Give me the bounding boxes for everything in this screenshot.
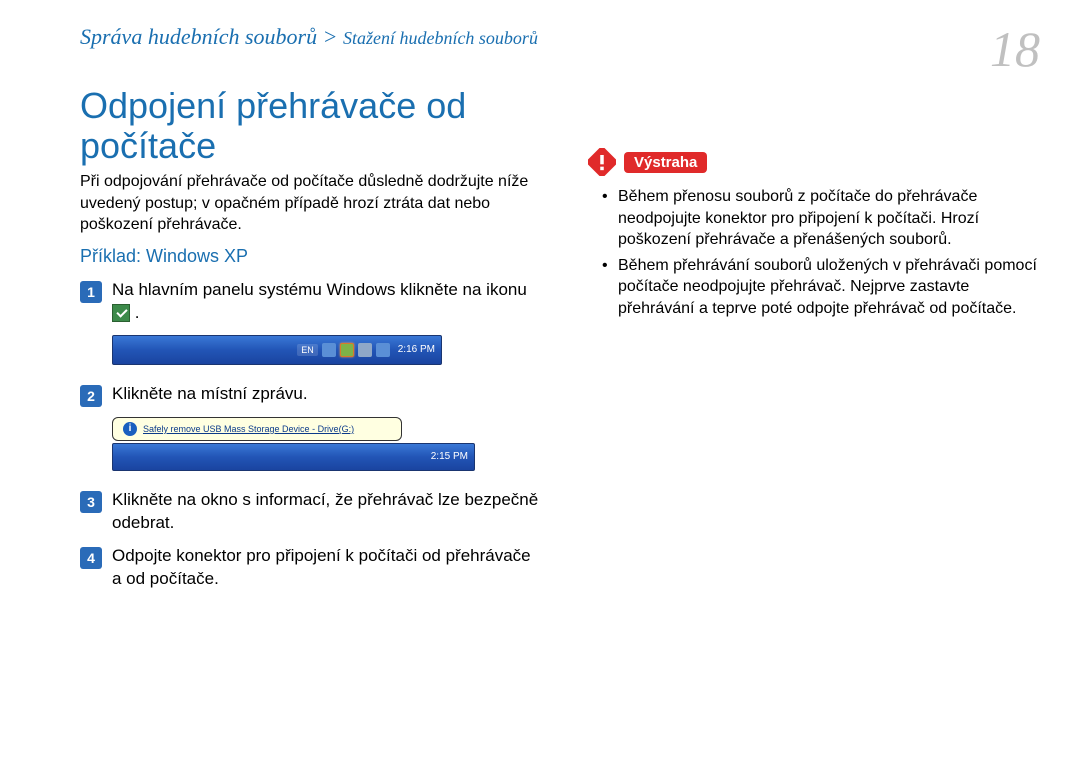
step-text: Klikněte na místní zprávu. bbox=[112, 383, 308, 406]
step-badge: 4 bbox=[80, 547, 102, 569]
taskbar-screenshot-1: EN 2:16 PM bbox=[112, 335, 442, 365]
step-badge: 1 bbox=[80, 281, 102, 303]
taskbar-bar-2: 2:15 PM bbox=[112, 443, 475, 471]
balloon-tooltip: i Safely remove USB Mass Storage Device … bbox=[112, 417, 402, 441]
breadcrumb-sep: > bbox=[317, 24, 343, 49]
warning-icon bbox=[588, 148, 616, 176]
taskbar-time: 2:16 PM bbox=[398, 344, 435, 355]
taskbar-time-2: 2:15 PM bbox=[431, 451, 468, 462]
warning-item: Během přehrávání souborů uložených v pře… bbox=[606, 255, 1040, 320]
warning-header: Výstraha bbox=[588, 148, 1040, 176]
step-1: 1 Na hlavním panelu systému Windows klik… bbox=[80, 279, 540, 325]
balloon-text: Safely remove USB Mass Storage Device - … bbox=[143, 424, 354, 434]
page-number: 18 bbox=[990, 24, 1040, 74]
taskbar-screenshot-2: i Safely remove USB Mass Storage Device … bbox=[112, 417, 475, 471]
step1-text-before: Na hlavním panelu systému Windows klikně… bbox=[112, 280, 527, 299]
safely-remove-hardware-icon bbox=[112, 304, 130, 322]
example-label: Příklad: Windows XP bbox=[80, 246, 540, 267]
warning-item: Během přenosu souborů z počítače do přeh… bbox=[606, 186, 1040, 251]
step-badge: 3 bbox=[80, 491, 102, 513]
tray-volume-icon bbox=[358, 343, 372, 357]
warning-label: Výstraha bbox=[624, 152, 707, 173]
tray-misc-icon bbox=[376, 343, 390, 357]
warning-list: Během přenosu souborů z počítače do přeh… bbox=[588, 186, 1040, 320]
page-title: Odpojení přehrávače od počítače bbox=[80, 86, 540, 165]
step-text: Odpojte konektor pro připojení k počítač… bbox=[112, 545, 540, 591]
step1-text-after: . bbox=[130, 303, 139, 322]
breadcrumb: Správa hudebních souborů > Stažení hudeb… bbox=[80, 24, 538, 50]
info-icon: i bbox=[123, 422, 137, 436]
step-3: 3 Klikněte na okno s informací, že přehr… bbox=[80, 489, 540, 535]
step-badge: 2 bbox=[80, 385, 102, 407]
language-indicator: EN bbox=[297, 344, 318, 356]
tray-safely-remove-icon bbox=[340, 343, 354, 357]
breadcrumb-sub: Stažení hudebních souborů bbox=[343, 28, 538, 48]
step-text: Na hlavním panelu systému Windows klikně… bbox=[112, 279, 540, 325]
tray-help-icon bbox=[322, 343, 336, 357]
step-4: 4 Odpojte konektor pro připojení k počít… bbox=[80, 545, 540, 591]
breadcrumb-main: Správa hudebních souborů bbox=[80, 24, 317, 49]
intro-text: Při odpojování přehrávače od počítače dů… bbox=[80, 171, 540, 236]
step-2: 2 Klikněte na místní zprávu. bbox=[80, 383, 540, 407]
step-text: Klikněte na okno s informací, že přehráv… bbox=[112, 489, 540, 535]
